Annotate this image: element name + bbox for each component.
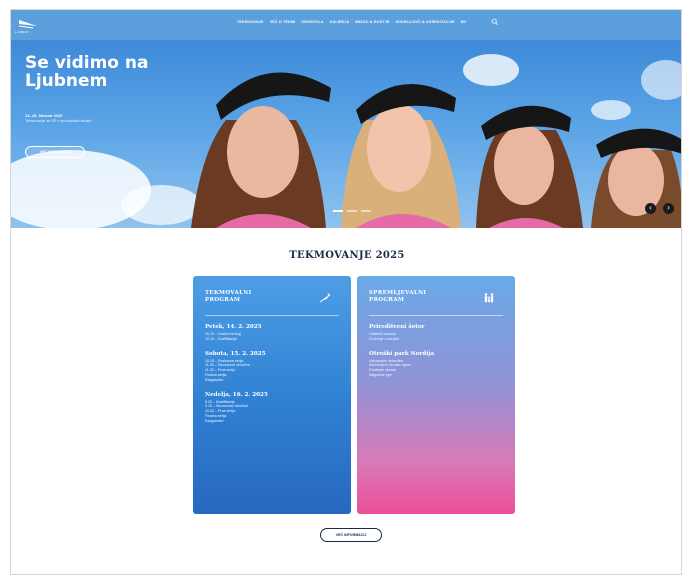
card-title: SPREMLJEVALNI PROGRAM	[369, 290, 427, 303]
hero-date: 14.-16. februar 2025	[25, 113, 63, 118]
program-line: Nagradne igre	[369, 372, 392, 377]
logo-text: LJUBNO	[15, 30, 29, 34]
day-title: Prireditveni šotor	[369, 324, 425, 330]
page-frame: LJUBNO Tekmovanje Več o tekmi Obvestila …	[10, 9, 682, 575]
hero-title: Se vidimo na Ljubnem	[25, 53, 149, 91]
hero-subtitle: Tekmovanje za SP v smučarskih skokih	[25, 119, 92, 123]
program-day: Sobota, 15. 2. 2025 10.15 – Poskusna ser…	[205, 351, 339, 383]
chevron-right-icon[interactable]: ›	[663, 203, 674, 214]
card-header: TEKMOVALNI PROGRAM	[205, 290, 339, 316]
family-icon	[484, 293, 494, 303]
program-day: Petek, 14. 2. 2025 10.15 – Uradni trenin…	[205, 324, 339, 342]
main-nav: Tekmovanje Več o tekmi Obvestila Galerij…	[237, 20, 466, 24]
search-icon[interactable]	[491, 18, 499, 26]
ski-jumper-icon	[319, 293, 331, 303]
program-line: Druženje z navijači	[369, 336, 400, 341]
nav-item-sodelujoci[interactable]: Sodelujoči & akreditacije	[396, 20, 455, 24]
slider-dot[interactable]	[361, 210, 371, 212]
nav-item-language[interactable]: EN	[461, 20, 466, 24]
nav-item-vec-o-tekmi[interactable]: Več o tekmi	[270, 20, 296, 24]
nav-item-mediji[interactable]: Mediji & gostje	[355, 20, 389, 24]
nav-item-galerija[interactable]: Galerija	[330, 20, 350, 24]
side-program-card: SPREMLJEVALNI PROGRAM Prireditveni šotor…	[357, 276, 515, 514]
nav-item-tekmovanje[interactable]: Tekmovanje	[237, 20, 264, 24]
day-title: Sobota, 15. 2. 2025	[205, 350, 266, 357]
slider-dot[interactable]	[347, 210, 357, 212]
day-title: Otroški park Nordija	[369, 350, 435, 357]
chevron-left-icon[interactable]: ‹	[645, 203, 656, 214]
slider-dots	[333, 210, 371, 212]
program-day: Otroški park Nordija Ustvarjalne delavni…	[369, 351, 503, 378]
card-header: SPREMLJEVALNI PROGRAM	[369, 290, 503, 316]
day-title: Petek, 14. 2. 2025	[205, 324, 262, 330]
more-info-button[interactable]: VEČ INFORMACIJ	[320, 528, 382, 542]
slider-dot[interactable]	[333, 210, 343, 212]
nav-item-obvestila[interactable]: Obvestila	[301, 20, 323, 24]
day-title: Nedelja, 16. 2. 2025	[205, 391, 268, 398]
program-day: Nedelja, 16. 2. 2025 8.30 – Kvalifikacij…	[205, 392, 339, 424]
program-line: Razglasitev	[205, 377, 224, 382]
hero-more-info-button[interactable]: VEČ INFORMACIJ	[25, 146, 85, 158]
program-day: Prireditveni šotor Glasbeni nastopi Druž…	[369, 324, 503, 342]
card-title: TEKMOVALNI PROGRAM	[205, 290, 252, 303]
hero-slider: Se vidimo na Ljubnem 14.-16. februar 202…	[11, 40, 681, 228]
section-title: TEKMOVANJE 2025	[289, 250, 405, 261]
competition-program-card: TEKMOVALNI PROGRAM Petek, 14. 2. 2025 10…	[193, 276, 351, 514]
program-line: Razglasitev	[205, 418, 224, 423]
program-line: 12.15 – Kvalifikacije	[205, 336, 237, 341]
top-navigation-bar: LJUBNO Tekmovanje Več o tekmi Obvestila …	[11, 10, 681, 40]
